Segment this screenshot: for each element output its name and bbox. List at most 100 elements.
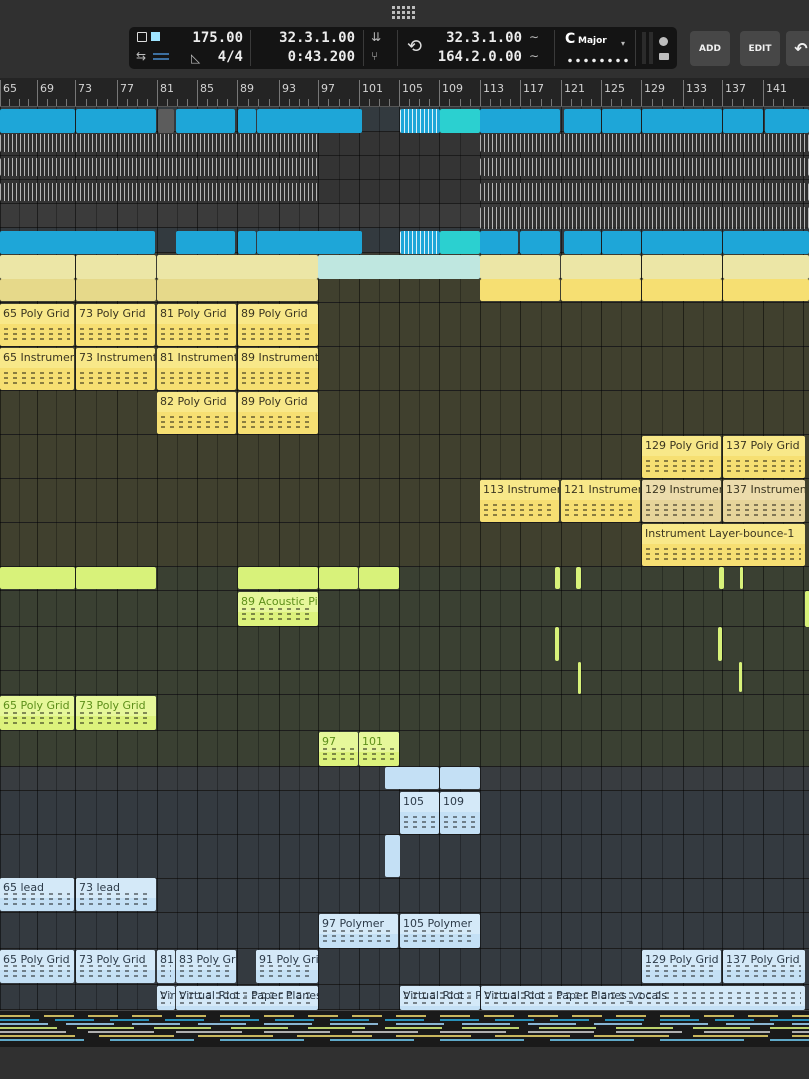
clip-strip[interactable] — [318, 255, 480, 279]
audio-clip[interactable] — [400, 231, 440, 254]
clip[interactable]: 113 Instrument — [480, 480, 559, 522]
loop-icon[interactable]: ⟲ — [407, 36, 422, 57]
clip-strip[interactable] — [602, 231, 641, 254]
clip-strip[interactable] — [805, 591, 809, 627]
clip[interactable]: 81 — [157, 950, 175, 983]
clip-strip[interactable] — [642, 231, 722, 254]
record-dot-icon[interactable] — [659, 37, 668, 46]
clip[interactable]: 137 Poly Grid — [723, 950, 805, 983]
tempo-value[interactable]: 175.00 — [177, 30, 243, 46]
clip-strip[interactable] — [0, 231, 155, 254]
clip-strip[interactable] — [561, 255, 641, 279]
clip[interactable]: 83 Poly Grid — [176, 950, 236, 983]
clip-strip[interactable] — [158, 109, 174, 133]
clip[interactable]: 73 Poly Grid — [76, 304, 155, 346]
clip-strip[interactable] — [257, 231, 362, 254]
clip[interactable]: 89 Poly Grid — [238, 304, 318, 346]
clip[interactable]: Instrument Layer-bounce-1 — [642, 524, 805, 566]
audio-clip[interactable] — [0, 134, 318, 152]
clip-strip[interactable] — [723, 109, 763, 133]
clip-strip[interactable] — [176, 109, 235, 133]
clip-strip[interactable] — [157, 255, 318, 279]
clip[interactable]: 89 Instrument L — [238, 348, 318, 390]
clip-strip[interactable] — [440, 231, 480, 254]
clip-strip[interactable] — [76, 567, 156, 589]
clip-strip[interactable] — [602, 109, 641, 133]
audio-clip[interactable] — [480, 183, 809, 201]
play-time[interactable]: 0:43.200 — [255, 49, 355, 65]
clip-strip[interactable] — [642, 279, 722, 301]
arranger-timeline[interactable]: 65 Poly Grid 73 Poly Grid 81 Poly Grid 89 P… — [0, 107, 809, 1010]
clip[interactable]: 121 Instrument — [561, 480, 640, 522]
lines-icon[interactable] — [153, 53, 169, 55]
clip-strip[interactable] — [576, 567, 581, 589]
clip[interactable]: 137 Instrument — [723, 480, 805, 522]
audio-clip[interactable] — [400, 109, 440, 133]
clip-strip[interactable] — [719, 567, 724, 589]
clip-strip[interactable] — [739, 662, 742, 692]
audio-clip[interactable] — [480, 134, 809, 152]
clip-strip[interactable] — [238, 109, 256, 133]
clip-strip[interactable] — [359, 567, 399, 589]
play-position[interactable]: 32.3.1.00 — [255, 30, 355, 46]
clip-strip[interactable] — [555, 627, 559, 661]
clip[interactable]: Virtual Riot - Paper Planes — [176, 986, 318, 1010]
clip-strip[interactable] — [0, 255, 75, 279]
clip[interactable]: 65 Poly Grid — [0, 696, 74, 730]
clip-strip[interactable] — [520, 231, 560, 254]
clip[interactable]: 97 Polymer — [319, 914, 398, 948]
key-root[interactable]: C — [565, 31, 575, 47]
track-lane[interactable] — [0, 671, 809, 695]
clip[interactable]: 105 — [400, 792, 439, 834]
track-lane[interactable] — [0, 835, 809, 879]
clip[interactable]: 109 — [440, 792, 480, 834]
track-lane[interactable] — [0, 627, 809, 671]
clip[interactable]: 65 Poly Grid — [0, 304, 74, 346]
clip-strip[interactable] — [385, 767, 439, 789]
audio-clip[interactable] — [480, 207, 809, 229]
clip-strip[interactable] — [564, 109, 601, 133]
clip-strip[interactable] — [642, 255, 722, 279]
clip-strip[interactable] — [561, 279, 641, 301]
loop-length[interactable]: 164.2.0.00 — [421, 49, 522, 65]
clip-strip[interactable] — [0, 109, 75, 133]
clip-strip[interactable] — [440, 109, 480, 133]
punch-in-icon[interactable]: ⇊ — [371, 30, 381, 44]
clip[interactable]: 105 Polymer — [400, 914, 480, 948]
clip-strip[interactable] — [76, 109, 156, 133]
track-lane[interactable] — [0, 731, 809, 767]
clip-strip[interactable] — [480, 279, 560, 301]
undo-button[interactable]: ↶ — [786, 31, 809, 66]
clip-strip[interactable] — [740, 567, 743, 589]
clip-strip[interactable] — [440, 767, 480, 789]
audio-clip[interactable] — [0, 183, 318, 201]
folder-icon[interactable] — [659, 53, 669, 60]
clip[interactable]: 82 Poly Grid — [157, 392, 236, 434]
clip[interactable]: 129 Poly Grid — [642, 950, 721, 983]
clip-strip[interactable] — [723, 279, 809, 301]
clip[interactable]: 101 — [359, 732, 399, 766]
add-button[interactable]: ADD — [690, 31, 730, 66]
clip[interactable]: Virtual Riot - Pa — [400, 986, 480, 1010]
arrangement-overview[interactable] — [0, 1010, 809, 1047]
clip-strip[interactable] — [0, 279, 75, 301]
clip-strip[interactable] — [555, 567, 560, 589]
clip-strip[interactable] — [564, 231, 601, 254]
track-lane[interactable] — [0, 591, 809, 627]
clip-strip[interactable] — [480, 255, 560, 279]
clip[interactable]: 65 lead — [0, 878, 74, 911]
metronome-icon[interactable] — [137, 32, 147, 42]
clip-strip[interactable] — [480, 109, 560, 133]
clip[interactable]: 129 Instrument — [642, 480, 721, 522]
clip[interactable]: 89 Acoustic Pia — [238, 592, 318, 626]
clip-strip[interactable] — [578, 662, 581, 694]
clip[interactable]: 73 lead — [76, 878, 156, 911]
clip-strip[interactable] — [76, 279, 156, 301]
audio-clip[interactable] — [480, 158, 809, 176]
clip[interactable]: 73 Instrument L — [76, 348, 155, 390]
clip[interactable]: 81 Instrument L — [157, 348, 236, 390]
clip-strip[interactable] — [642, 109, 722, 133]
clip-strip[interactable] — [319, 567, 358, 589]
clip[interactable]: 89 Poly Grid — [238, 392, 318, 434]
clip-strip[interactable] — [480, 231, 518, 254]
